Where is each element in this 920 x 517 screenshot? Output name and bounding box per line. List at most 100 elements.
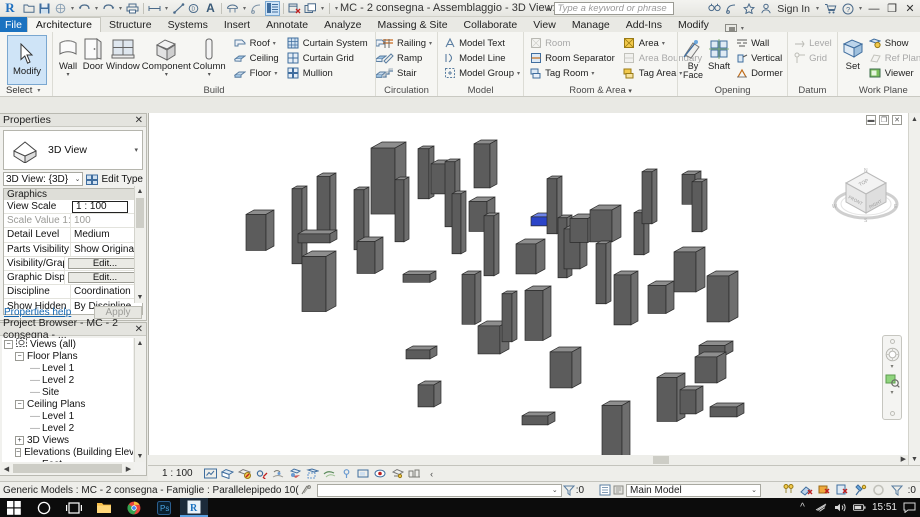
scale-icon[interactable]: [204, 467, 218, 481]
component-dropdown-caret[interactable]: ▾: [165, 72, 168, 78]
user-account-icon[interactable]: [758, 1, 773, 16]
select-caret[interactable]: ▾: [35, 87, 42, 94]
tab-insert[interactable]: Insert: [216, 17, 258, 32]
model-group-button[interactable]: Model Group ▾: [441, 66, 522, 80]
model-element[interactable]: [595, 240, 612, 305]
viewport-scroll-up-arrow[interactable]: ▲: [909, 113, 920, 125]
aligned-dimension-icon[interactable]: [171, 1, 186, 16]
project-browser-vscrollbar[interactable]: ▲ ▼: [134, 338, 145, 462]
export-icon[interactable]: [53, 1, 68, 16]
vertical-opening-button[interactable]: Vertical: [733, 51, 785, 65]
properties-type-card[interactable]: 3D View ▾: [3, 130, 143, 170]
tab-massing-site[interactable]: Massing & Site: [370, 17, 456, 32]
drag-elements-icon[interactable]: [872, 483, 886, 497]
switch-windows-dropdown-caret[interactable]: ▾: [319, 5, 326, 12]
roof-button[interactable]: Roof ▾: [232, 36, 281, 50]
status-filter-funnel-icon[interactable]: [890, 483, 904, 497]
revit-icon[interactable]: R: [180, 498, 208, 517]
status-properties-icon[interactable]: [598, 483, 612, 497]
select-dropdown[interactable]: Select ▾: [3, 85, 49, 96]
analytical-model-icon[interactable]: [408, 467, 422, 481]
model-element[interactable]: [405, 345, 438, 360]
property-row-view-scale[interactable]: View Scale 1 : 100: [4, 200, 142, 215]
temporary-view-properties-icon[interactable]: [391, 467, 405, 481]
lock-3d-view-icon[interactable]: [340, 467, 354, 481]
photoshop-icon[interactable]: Ps: [150, 498, 178, 517]
browser-scroll-right-arrow[interactable]: ▶: [123, 463, 134, 474]
help-icon[interactable]: ?: [840, 1, 855, 16]
close-hidden-windows-icon[interactable]: [287, 1, 302, 16]
show-crop-region-icon[interactable]: [323, 467, 337, 481]
tree-node-views-all[interactable]: − Views (all): [2, 338, 133, 350]
door-button[interactable]: Door: [82, 34, 104, 72]
set-workplane-button[interactable]: Set: [841, 34, 865, 72]
exclude-options-icon[interactable]: [800, 483, 814, 497]
property-row-detail-level[interactable]: Detail Level Medium: [4, 228, 142, 243]
view-cube[interactable]: W E N S TOP FRONT RIGHT: [828, 158, 904, 234]
crop-view-icon[interactable]: [306, 467, 320, 481]
undo-dropdown-caret[interactable]: ▾: [93, 5, 100, 12]
worksets-selector[interactable]: Main Model ⌄: [626, 483, 762, 497]
properties-scroll-down-arrow[interactable]: ▼: [135, 292, 145, 303]
action-center-icon[interactable]: [903, 501, 916, 514]
expander-icon[interactable]: +: [15, 436, 24, 446]
status-filter-caret[interactable]: ⌄: [552, 486, 561, 494]
tab-modify[interactable]: Modify: [670, 17, 717, 32]
steering-wheel-icon[interactable]: [884, 346, 900, 362]
steering-wheel-caret[interactable]: ▾: [890, 364, 893, 370]
cortana-search-icon[interactable]: [30, 498, 58, 517]
tab-annotate[interactable]: Annotate: [258, 17, 316, 32]
property-row-graphic-display[interactable]: Graphic Displ... Edit...: [4, 270, 142, 286]
rendering-dialog-icon[interactable]: [289, 467, 303, 481]
dormer-opening-button[interactable]: Dormer: [733, 66, 785, 80]
visibility-graphics-edit-button[interactable]: Edit...: [68, 257, 142, 269]
volume-icon[interactable]: [834, 501, 847, 514]
thin-lines-icon[interactable]: [265, 0, 280, 16]
communication-center-icon[interactable]: [724, 1, 739, 16]
model-element[interactable]: [673, 246, 706, 293]
model-element[interactable]: [245, 209, 275, 251]
tree-node-elevations[interactable]: − Elevations (Building Elevation: [2, 447, 133, 459]
default-3d-view-icon[interactable]: [225, 1, 240, 16]
property-row-visibility-graphics[interactable]: Visibility/Grap... Edit...: [4, 256, 142, 271]
model-element[interactable]: [709, 402, 745, 418]
wall-button[interactable]: Wall ▾: [56, 34, 80, 78]
viewport-scroll-right-arrow[interactable]: ▶: [901, 455, 906, 463]
graphic-display-edit-button[interactable]: Edit...: [68, 272, 142, 284]
measure-icon[interactable]: [147, 1, 162, 16]
window-minimize-button[interactable]: —: [866, 1, 882, 16]
redo-dropdown-caret[interactable]: ▾: [117, 5, 124, 12]
column-dropdown-caret[interactable]: ▾: [208, 72, 211, 78]
properties-scrollbar[interactable]: ▲ ▼: [134, 186, 145, 303]
qat-customize-caret[interactable]: ▾: [333, 5, 340, 12]
tab-addins[interactable]: Add-Ins: [618, 17, 670, 32]
project-browser-hscrollbar[interactable]: ◀ ▶: [1, 463, 134, 474]
stair-button[interactable]: Stair: [379, 66, 434, 80]
viewer-button[interactable]: Viewer: [867, 66, 920, 80]
mullion-button[interactable]: Mullion: [285, 66, 370, 80]
open-icon[interactable]: [21, 1, 36, 16]
ribbon-display-caret[interactable]: ▾: [739, 25, 746, 32]
model-element[interactable]: [601, 400, 631, 462]
battery-icon[interactable]: [852, 501, 866, 514]
tag-room-button[interactable]: Tag Room ▾: [527, 66, 617, 80]
sun-path-icon[interactable]: [255, 467, 269, 481]
favorites-star-icon[interactable]: [741, 1, 756, 16]
browser-scroll-up-arrow[interactable]: ▲: [135, 338, 145, 349]
tab-analyze[interactable]: Analyze: [316, 17, 369, 32]
model-element[interactable]: [316, 172, 337, 235]
floor-caret[interactable]: ▾: [274, 70, 277, 77]
detail-level-icon[interactable]: [221, 467, 235, 481]
shadows-icon[interactable]: [272, 467, 286, 481]
design-options-icon[interactable]: [782, 483, 796, 497]
tag-icon[interactable]: D: [187, 1, 202, 16]
ceiling-button[interactable]: Ceiling: [232, 51, 281, 65]
tab-view[interactable]: View: [525, 17, 564, 32]
model-element[interactable]: [549, 346, 582, 389]
curtain-grid-button[interactable]: Curtain Grid: [285, 51, 370, 65]
by-face-button[interactable]: By Face: [681, 34, 705, 80]
temporary-hide-isolate-icon[interactable]: [357, 467, 371, 481]
tab-systems[interactable]: Systems: [160, 17, 216, 32]
model-element[interactable]: [691, 178, 708, 233]
start-button[interactable]: [0, 498, 28, 517]
